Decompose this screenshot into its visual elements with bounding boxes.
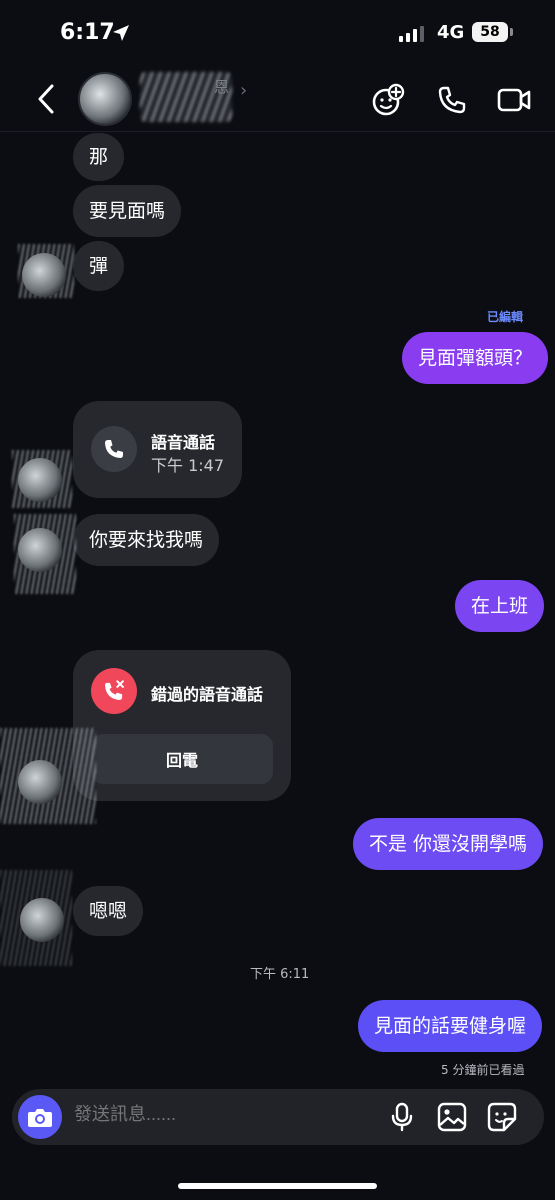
phone-icon [105,440,123,458]
contact-avatar-small[interactable] [18,458,62,502]
incoming-message[interactable]: 嗯嗯 [73,886,144,936]
incoming-message[interactable]: 彈 [73,241,125,291]
contact-avatar-small[interactable] [18,760,62,804]
chat-header: 恩 › [0,66,555,132]
microphone-icon [391,1102,413,1132]
incoming-message[interactable]: 要見面嗎 [73,185,182,237]
call-icon-circle [91,426,137,472]
phone-icon [438,86,466,114]
voice-call-title: 語音通話 [151,433,216,452]
sticker-button[interactable] [486,1101,518,1133]
message-timestamp: 下午 6:11 [250,967,310,982]
camera-icon [28,1109,52,1127]
seen-receipt: 5 分鐘前已看過 [441,1063,525,1077]
status-bar: 6:17 4G 58 [0,0,555,66]
contact-avatar-small[interactable] [22,253,66,297]
sticker-icon [487,1102,517,1132]
outgoing-message[interactable]: 見面彈額頭？ [402,332,549,384]
video-camera-icon [497,88,531,112]
home-indicator [178,1183,377,1189]
voice-call-time: 下午 1:47 [151,456,225,475]
add-people-icon [372,83,405,116]
location-arrow-icon [113,25,129,41]
battery-nub [510,28,513,36]
add-people-button[interactable] [368,80,408,120]
contact-avatar[interactable] [78,72,132,126]
contact-avatar-small[interactable] [20,898,64,942]
battery-icon: 58 [472,22,508,42]
network-type: 4G [437,22,465,43]
incoming-message[interactable]: 那 [73,133,125,181]
contact-avatar-small[interactable] [18,528,62,572]
video-call-button[interactable] [494,80,534,120]
missed-call-card: 錯過的語音通話 回電 [73,650,291,801]
contact-name[interactable]: 恩 [214,76,229,97]
image-icon [437,1102,467,1132]
call-back-button[interactable]: 回電 [91,734,273,784]
missed-call-icon-circle [91,668,137,714]
back-chevron-icon[interactable] [34,82,58,116]
edited-label: 已編輯 [487,310,524,324]
outgoing-message[interactable]: 在上班 [455,580,545,632]
microphone-button[interactable] [386,1101,418,1133]
voice-call-button[interactable] [432,80,472,120]
status-time: 6:17 [60,20,115,45]
missed-call-title: 錯過的語音通話 [151,685,264,704]
camera-button[interactable] [18,1095,62,1139]
incoming-message[interactable]: 你要來找我嗎 [73,514,220,566]
gallery-button[interactable] [436,1101,468,1133]
missed-call-icon [105,680,124,700]
outgoing-message[interactable]: 不是 你還沒開學嗎 [353,818,544,870]
cell-signal-icon [399,26,424,42]
message-input[interactable] [74,1104,364,1125]
outgoing-message[interactable]: 見面的話要健身喔 [358,1000,543,1052]
name-chevron-icon: › [240,80,248,101]
voice-call-card[interactable]: 語音通話 下午 1:47 [73,401,242,498]
message-composer [12,1089,544,1145]
